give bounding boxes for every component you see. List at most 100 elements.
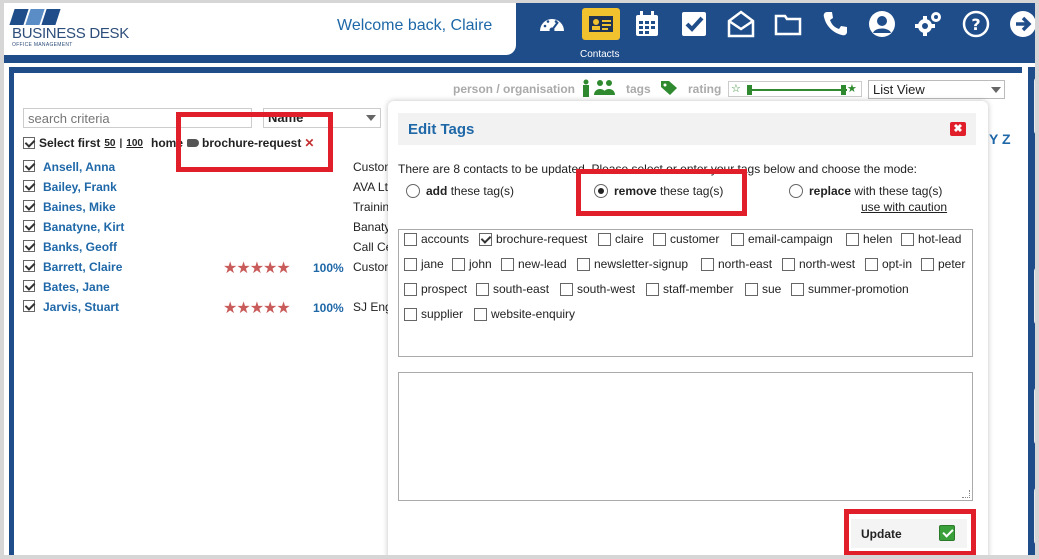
tag-checkbox[interactable] xyxy=(865,257,878,271)
tag-option[interactable]: staff-member xyxy=(646,282,733,296)
select-first-100-link[interactable]: 100 xyxy=(126,138,143,149)
contact-row[interactable]: Banks, Geoff Call Centre xyxy=(23,239,403,255)
tag-option[interactable]: supplier xyxy=(404,307,463,321)
person-organisation-filter[interactable]: person / organisation xyxy=(453,82,575,96)
tag-icon[interactable] xyxy=(660,80,680,96)
tag-checkbox[interactable] xyxy=(452,257,465,271)
contacts-nav-label[interactable]: Contacts xyxy=(580,49,619,60)
tag-checkbox[interactable] xyxy=(646,282,659,296)
select-all-checkbox[interactable] xyxy=(23,137,35,149)
tag-checkbox[interactable] xyxy=(782,257,795,271)
resize-handle[interactable] xyxy=(962,490,970,498)
alphabet-index[interactable]: Y Z xyxy=(989,131,1011,147)
tag-checkbox[interactable] xyxy=(846,232,859,246)
contact-name[interactable]: Barrett, Claire xyxy=(43,260,122,274)
tag-checkbox[interactable] xyxy=(745,282,758,296)
row-checkbox[interactable] xyxy=(23,220,35,232)
tag-option[interactable]: accounts xyxy=(404,232,469,246)
tag-checkbox[interactable] xyxy=(479,232,492,246)
contact-name[interactable]: Bates, Jane xyxy=(43,280,110,294)
tag-checkbox[interactable] xyxy=(501,257,514,271)
phone-icon[interactable] xyxy=(819,9,851,39)
tag-option[interactable]: email-campaign xyxy=(731,232,833,246)
row-checkbox[interactable] xyxy=(23,300,35,312)
tag-option[interactable]: hot-lead xyxy=(901,232,961,246)
tasks-icon[interactable] xyxy=(678,9,710,39)
view-select[interactable]: List View xyxy=(868,80,1005,99)
tag-option[interactable]: prospect xyxy=(404,282,467,296)
tag-checkbox[interactable] xyxy=(476,282,489,296)
side-tab[interactable] xyxy=(1034,487,1035,545)
rating-handle-max[interactable] xyxy=(841,85,846,95)
tag-checkbox[interactable] xyxy=(731,232,744,246)
contact-name[interactable]: Baines, Mike xyxy=(43,200,116,214)
tag-option[interactable]: john xyxy=(452,257,492,271)
tag-checkbox[interactable] xyxy=(560,282,573,296)
side-tab[interactable] xyxy=(1034,77,1035,135)
contact-row[interactable]: Jarvis, Stuart ★★★★★ 100% SJ Engineering xyxy=(23,299,403,317)
mode-replace-radio[interactable]: replace with these tag(s) xyxy=(789,184,942,198)
tag-checkbox[interactable] xyxy=(577,257,590,271)
rating-handle-min[interactable] xyxy=(747,85,752,95)
tag-checkbox[interactable] xyxy=(791,282,804,296)
row-checkbox[interactable] xyxy=(23,200,35,212)
row-checkbox[interactable] xyxy=(23,240,35,252)
row-checkbox[interactable] xyxy=(23,280,35,292)
tag-checkbox[interactable] xyxy=(598,232,611,246)
calendar-icon[interactable] xyxy=(631,9,663,39)
tag-option[interactable]: north-west xyxy=(782,257,855,271)
dashboard-icon[interactable] xyxy=(536,9,568,39)
tag-option[interactable]: brochure-request xyxy=(479,232,587,246)
caution-link[interactable]: use with caution xyxy=(861,200,947,214)
tag-option[interactable]: north-east xyxy=(701,257,772,271)
mail-icon[interactable] xyxy=(725,9,757,39)
tag-option[interactable]: website-enquiry xyxy=(474,307,575,321)
tag-option[interactable]: south-east xyxy=(476,282,549,296)
contact-name[interactable]: Ansell, Anna xyxy=(43,160,115,174)
tag-option[interactable]: opt-in xyxy=(865,257,912,271)
user-icon[interactable] xyxy=(866,9,898,39)
tag-checkbox[interactable] xyxy=(653,232,666,246)
tag-option[interactable]: peter xyxy=(921,257,965,271)
tag-option[interactable]: summer-promotion xyxy=(791,282,909,296)
tag-checkbox[interactable] xyxy=(404,232,417,246)
row-checkbox[interactable] xyxy=(23,260,35,272)
tag-checkbox[interactable] xyxy=(404,257,417,271)
tag-option[interactable]: sue xyxy=(745,282,781,296)
rating-filter[interactable]: rating xyxy=(688,82,721,96)
tag-option[interactable]: new-lead xyxy=(501,257,567,271)
contact-row[interactable]: Barrett, Claire ★★★★★ 100% Customer xyxy=(23,259,403,277)
tags-filter[interactable]: tags xyxy=(626,82,651,96)
new-tags-textarea[interactable] xyxy=(398,372,973,501)
select-first-50-link[interactable]: 50 xyxy=(104,138,115,149)
mode-add-radio[interactable]: add these tag(s) xyxy=(406,184,514,198)
folder-icon[interactable] xyxy=(772,9,804,39)
contact-row[interactable]: Bates, Jane xyxy=(23,279,403,295)
business-desk-logo[interactable]: BUSINESS DESK OFFICE MANAGEMENT xyxy=(9,9,130,49)
tag-checkbox[interactable] xyxy=(701,257,714,271)
contact-name[interactable]: Banks, Geoff xyxy=(43,240,117,254)
contact-row[interactable]: Banatyne, Kirt Banatyne xyxy=(23,219,403,235)
tag-checkbox[interactable] xyxy=(404,307,417,321)
tag-option[interactable]: helen xyxy=(846,232,892,246)
tag-option[interactable]: claire xyxy=(598,232,644,246)
tag-option[interactable]: south-west xyxy=(560,282,635,296)
tag-checkbox[interactable] xyxy=(921,257,934,271)
contact-row[interactable]: Bailey, Frank AVA Ltd xyxy=(23,179,403,195)
settings-icon[interactable] xyxy=(913,9,945,39)
radio-button[interactable] xyxy=(406,184,420,198)
contacts-icon[interactable] xyxy=(582,8,620,40)
contact-name[interactable]: Bailey, Frank xyxy=(43,180,117,194)
tag-option[interactable]: customer xyxy=(653,232,719,246)
close-icon[interactable]: ✖ xyxy=(950,122,966,136)
radio-button[interactable] xyxy=(789,184,803,198)
people-icon[interactable] xyxy=(580,79,616,97)
side-tab[interactable] xyxy=(1034,387,1035,445)
rating-slider[interactable]: ☆ ★ xyxy=(728,81,862,97)
tag-checkbox[interactable] xyxy=(901,232,914,246)
contact-name[interactable]: Jarvis, Stuart xyxy=(43,300,119,314)
help-icon[interactable]: ? xyxy=(960,9,992,39)
tag-checkbox[interactable] xyxy=(404,282,417,296)
tag-option[interactable]: newsletter-signup xyxy=(577,257,688,271)
tag-option[interactable]: jane xyxy=(404,257,444,271)
